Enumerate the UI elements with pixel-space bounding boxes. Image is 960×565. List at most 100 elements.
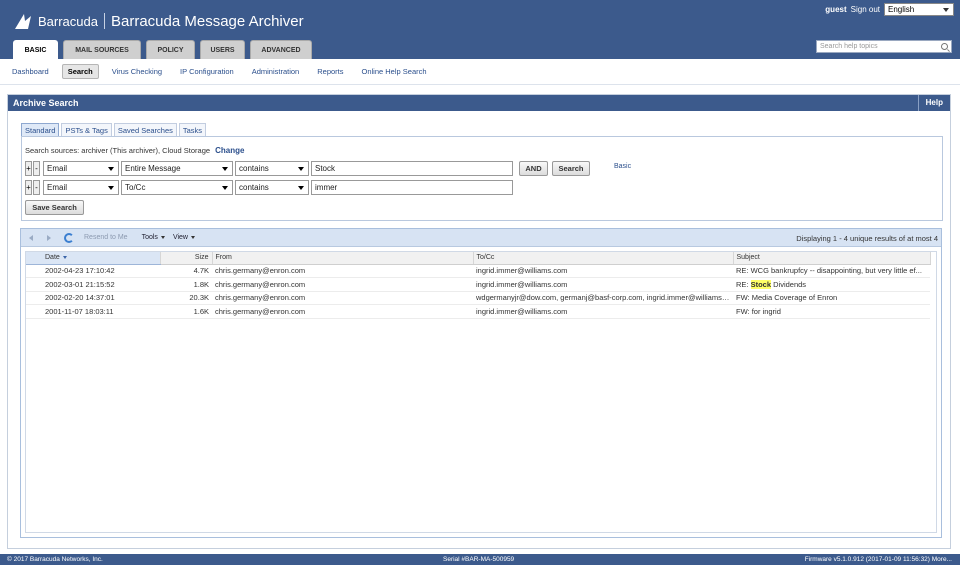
subject-text: FW: for ingrid	[736, 306, 781, 316]
cell-subject: RE: WCG bankrupfcy -- disappointing, but…	[733, 264, 930, 278]
change-sources-link[interactable]: Change	[215, 146, 244, 155]
column-header-to-cc[interactable]: To/Cc	[473, 252, 734, 265]
operator-select[interactable]: contains	[235, 180, 309, 195]
cell-date: 2002-02-20 14:37:01	[26, 291, 160, 305]
field-select[interactable]: Email	[43, 180, 119, 195]
tab-tasks[interactable]: Tasks	[178, 123, 207, 136]
subnav-ip-configuration[interactable]: IP Configuration	[175, 65, 239, 78]
column-label: Date	[45, 254, 60, 262]
table-row[interactable]: 2002-02-20 14:37:01 20.3K chris.germany@…	[26, 291, 930, 305]
tab-standard[interactable]: Standard	[21, 123, 60, 136]
tab-saved-searches[interactable]: Saved Searches	[113, 123, 177, 136]
barracuda-logo-icon	[15, 14, 31, 29]
cell-from: chris.germany@enron.com	[212, 291, 473, 305]
cell-size: 20.3K	[160, 291, 212, 305]
username: guest	[825, 5, 847, 14]
logo-brand: Barracuda	[38, 13, 98, 29]
next-page-icon[interactable]	[47, 234, 51, 241]
previous-page-icon[interactable]	[29, 234, 33, 241]
cell-to-cc: ingrid.immer@williams.com	[473, 304, 733, 319]
operator-select[interactable]: contains	[235, 161, 309, 176]
tab-basic[interactable]: BASIC	[13, 40, 58, 59]
main-tabs: BASIC MAIL SOURCES POLICY USERS ADVANCED	[13, 40, 317, 59]
cell-to-cc: wdgermanyjr@dow.com, germanj@basf-corp.c…	[473, 291, 733, 305]
and-button[interactable]: AND	[519, 161, 548, 176]
results-table: Date Size From To/Cc Subject 2002-04-23 …	[26, 252, 931, 319]
scope-select[interactable]: To/Cc	[121, 180, 233, 195]
subnav-online-help-search[interactable]: Online Help Search	[357, 65, 432, 78]
criteria-row: + - Email To/Cc contains immer	[25, 180, 513, 195]
tab-advanced[interactable]: ADVANCED	[250, 40, 312, 59]
chevron-down-icon	[108, 186, 114, 190]
sort-desc-icon	[62, 255, 67, 259]
search-criteria-box: Search sources: archiver (This archiver)…	[21, 136, 943, 221]
subnav-search[interactable]: Search	[61, 64, 99, 79]
remove-criteria-button[interactable]: -	[33, 180, 40, 195]
chevron-down-icon	[108, 167, 114, 171]
column-header-date[interactable]: Date	[26, 252, 161, 265]
subnav-dashboard[interactable]: Dashboard	[7, 65, 54, 78]
cell-date: 2002-04-23 17:10:42	[26, 264, 160, 278]
scope-select[interactable]: Entire Message	[121, 161, 233, 176]
cell-date: 2001-11-07 18:03:11	[26, 304, 160, 319]
search-highlight: Stock	[750, 279, 772, 289]
operator-value: contains	[239, 164, 269, 173]
table-row[interactable]: 2002-03-01 21:15:52 1.8K chris.germany@e…	[26, 277, 930, 292]
tab-psts-tags[interactable]: PSTs & Tags	[61, 123, 112, 136]
search-sources: Search sources: archiver (This archiver)…	[25, 146, 244, 155]
resend-to-me-button[interactable]: Resend to Me	[84, 234, 128, 241]
chevron-down-icon	[222, 186, 228, 190]
search-sources-text: Search sources: archiver (This archiver)…	[25, 146, 211, 155]
display-count: Displaying 1 - 4 unique results of at mo…	[796, 234, 938, 243]
basic-link[interactable]: Basic	[614, 163, 631, 170]
sub-navigation: Dashboard Search Virus Checking IP Confi…	[0, 59, 960, 85]
tab-policy[interactable]: POLICY	[146, 40, 195, 59]
cell-subject: FW: for ingrid	[733, 304, 930, 319]
tools-menu[interactable]: Tools	[142, 234, 165, 241]
criteria-row: + - Email Entire Message contains Stock	[25, 161, 513, 176]
column-header-from[interactable]: From	[212, 252, 474, 265]
search-icon[interactable]	[941, 43, 948, 50]
cell-size: 1.8K	[160, 277, 212, 292]
refresh-icon[interactable]	[64, 232, 74, 243]
footer-firmware[interactable]: Firmware v5.1.0.912 (2017-01-09 11:56:32…	[805, 556, 952, 563]
search-button[interactable]: Search	[552, 161, 590, 176]
subnav-reports[interactable]: Reports	[312, 65, 348, 78]
add-criteria-button[interactable]: +	[25, 161, 32, 176]
footer: © 2017 Barracuda Networks, Inc. Serial #…	[0, 554, 960, 565]
table-row[interactable]: 2001-11-07 18:03:11 1.6K chris.germany@e…	[26, 304, 930, 319]
help-button[interactable]: Help	[917, 95, 950, 111]
footer-serial: Serial #BAR-MA-500959	[443, 556, 515, 563]
grid-toolbar: Resend to Me Tools View Displaying 1 - 4…	[21, 229, 941, 247]
column-header-subject[interactable]: Subject	[733, 252, 931, 265]
help-search-input[interactable]: Search help topics	[816, 40, 952, 53]
table-header-row: Date Size From To/Cc Subject	[26, 252, 931, 265]
grid-body: Date Size From To/Cc Subject 2002-04-23 …	[25, 251, 937, 533]
cell-to-cc: ingrid.immer@williams.com	[473, 277, 733, 292]
remove-criteria-button[interactable]: -	[33, 161, 40, 176]
tab-mail-sources[interactable]: MAIL SOURCES	[63, 40, 141, 59]
table-row[interactable]: 2002-04-23 17:10:42 4.7K chris.germany@e…	[26, 264, 930, 278]
language-select[interactable]: English	[884, 3, 954, 16]
cell-size: 1.6K	[160, 304, 212, 319]
view-menu[interactable]: View	[173, 234, 195, 241]
add-criteria-button[interactable]: +	[25, 180, 32, 195]
search-tabs: Standard PSTs & Tags Saved Searches Task…	[21, 123, 208, 136]
tab-users[interactable]: USERS	[200, 40, 245, 59]
column-header-size[interactable]: Size	[160, 252, 213, 265]
criteria-value-input[interactable]: immer	[311, 180, 513, 195]
subnav-virus-checking[interactable]: Virus Checking	[107, 65, 167, 78]
chevron-down-icon	[160, 236, 165, 239]
operator-value: contains	[239, 183, 269, 192]
subnav-administration[interactable]: Administration	[247, 65, 305, 78]
chevron-down-icon	[222, 167, 228, 171]
cell-from: chris.germany@enron.com	[212, 264, 473, 278]
save-search-button[interactable]: Save Search	[25, 200, 84, 215]
criteria-value-input[interactable]: Stock	[311, 161, 513, 176]
footer-copyright: © 2017 Barracuda Networks, Inc.	[7, 556, 103, 563]
signout-link[interactable]: Sign out	[851, 5, 880, 14]
field-value: Email	[47, 183, 68, 192]
cell-to-cc: ingrid.immer@williams.com	[473, 264, 733, 278]
field-select[interactable]: Email	[43, 161, 119, 176]
panel-title: Archive Search	[13, 98, 79, 108]
